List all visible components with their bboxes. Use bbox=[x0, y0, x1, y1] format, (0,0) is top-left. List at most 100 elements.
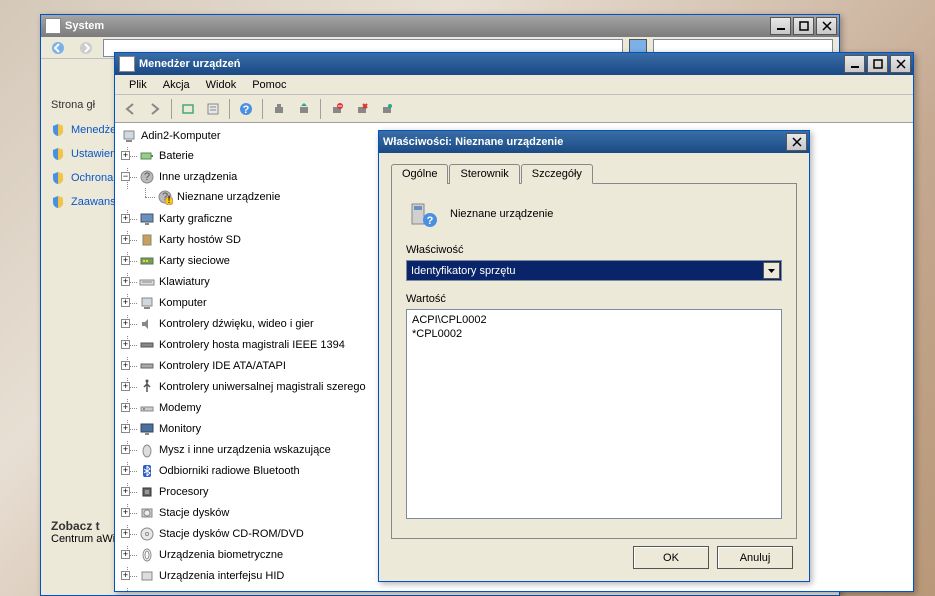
tab-ogólne[interactable]: Ogólne bbox=[391, 164, 448, 184]
kbd-icon bbox=[139, 274, 155, 290]
tree-toggle[interactable]: + bbox=[121, 403, 130, 412]
svg-text:?: ? bbox=[243, 104, 250, 116]
properties-dialog: Właściwości: Nieznane urządzenie OgólneS… bbox=[378, 130, 810, 582]
tree-toggle[interactable]: + bbox=[121, 256, 130, 265]
tree-toggle[interactable]: + bbox=[121, 571, 130, 580]
tree-toggle[interactable]: + bbox=[121, 319, 130, 328]
minimize-button[interactable] bbox=[844, 55, 865, 73]
tree-toggle[interactable]: + bbox=[121, 445, 130, 454]
value-item[interactable]: *CPL0002 bbox=[412, 327, 776, 341]
properties-button[interactable] bbox=[202, 98, 224, 120]
help-button[interactable]: ? bbox=[235, 98, 257, 120]
cpu-icon bbox=[139, 484, 155, 500]
menu-akcja[interactable]: Akcja bbox=[155, 77, 198, 93]
property-dropdown[interactable]: Identyfikatory sprzętu bbox=[406, 260, 782, 281]
tree-node[interactable]: Urządzenia systemowe bbox=[139, 589, 273, 591]
tree-root[interactable]: Adin2-Komputer bbox=[121, 128, 221, 144]
net-icon bbox=[139, 253, 155, 269]
pc-icon bbox=[139, 295, 155, 311]
tree-toggle[interactable]: + bbox=[121, 424, 130, 433]
close-button[interactable] bbox=[786, 133, 807, 151]
tree-node[interactable]: Urządzenia interfejsu HID bbox=[139, 568, 284, 584]
tree-node[interactable]: Mysz i inne urządzenia wskazujące bbox=[139, 442, 331, 458]
tree-node[interactable]: Kontrolery IDE ATA/ATAPI bbox=[139, 358, 286, 374]
uninstall-button[interactable] bbox=[326, 98, 348, 120]
nav-back-button[interactable] bbox=[119, 98, 141, 120]
tree-node[interactable]: Komputer bbox=[139, 295, 207, 311]
tree-node[interactable]: Karty sieciowe bbox=[139, 253, 230, 269]
tree-node[interactable]: Kontrolery hosta magistrali IEEE 1394 bbox=[139, 337, 345, 353]
tree-leaf[interactable]: ?!Nieznane urządzenie bbox=[157, 189, 280, 205]
svg-text:?: ? bbox=[427, 215, 434, 227]
see-also-link[interactable]: Centrum a bbox=[51, 533, 102, 545]
tree-toggle[interactable]: + bbox=[121, 151, 130, 160]
computer-icon bbox=[121, 128, 137, 144]
nav-forward-button[interactable] bbox=[144, 98, 166, 120]
tree-toggle[interactable]: + bbox=[121, 235, 130, 244]
hid-icon bbox=[139, 568, 155, 584]
value-listbox[interactable]: ACPI\CPL0002*CPL0002 bbox=[406, 309, 782, 519]
tree-toggle[interactable]: + bbox=[121, 361, 130, 370]
menu-plik[interactable]: Plik bbox=[121, 77, 155, 93]
disable-button[interactable] bbox=[351, 98, 373, 120]
cd-icon bbox=[139, 526, 155, 542]
tree-toggle[interactable]: + bbox=[121, 277, 130, 286]
enable-button[interactable] bbox=[376, 98, 398, 120]
mouse-icon bbox=[139, 442, 155, 458]
tree-node[interactable]: ?Inne urządzenia bbox=[139, 169, 237, 185]
tree-node[interactable]: Odbiorniki radiowe Bluetooth bbox=[139, 463, 300, 479]
tree-node[interactable]: Modemy bbox=[139, 400, 201, 416]
tree-toggle[interactable]: + bbox=[121, 214, 130, 223]
tree-node[interactable]: Monitory bbox=[139, 421, 201, 437]
battery-icon bbox=[139, 148, 155, 164]
dm-window-buttons bbox=[844, 55, 911, 73]
back-button[interactable] bbox=[47, 37, 69, 59]
tree-node[interactable]: Baterie bbox=[139, 148, 194, 164]
disk-icon bbox=[139, 505, 155, 521]
tree-toggle[interactable]: + bbox=[121, 529, 130, 538]
tree-node[interactable]: Stacje dysków CD-ROM/DVD bbox=[139, 526, 304, 542]
menu-pomoc[interactable]: Pomoc bbox=[244, 77, 294, 93]
close-button[interactable] bbox=[890, 55, 911, 73]
scan-hardware-button[interactable] bbox=[268, 98, 290, 120]
forward-button[interactable] bbox=[75, 37, 97, 59]
tree-toggle[interactable]: + bbox=[121, 508, 130, 517]
cancel-button[interactable]: Anuluj bbox=[717, 546, 793, 569]
tree-toggle[interactable]: − bbox=[121, 172, 130, 181]
tree-node[interactable]: Kontrolery dźwięku, wideo i gier bbox=[139, 316, 314, 332]
props-title: Właściwości: Nieznane urządzenie bbox=[383, 136, 786, 148]
system-titlebar[interactable]: System bbox=[41, 15, 839, 37]
bio-icon bbox=[139, 547, 155, 563]
tree-node[interactable]: Kontrolery uniwersalnej magistrali szere… bbox=[139, 379, 366, 395]
tree-node[interactable]: Klawiatury bbox=[139, 274, 210, 290]
props-titlebar[interactable]: Właściwości: Nieznane urządzenie bbox=[379, 131, 809, 153]
menu-widok[interactable]: Widok bbox=[198, 77, 245, 93]
tree-node[interactable]: Procesory bbox=[139, 484, 209, 500]
tree-toggle[interactable]: + bbox=[121, 340, 130, 349]
maximize-button[interactable] bbox=[793, 17, 814, 35]
ok-button[interactable]: OK bbox=[633, 546, 709, 569]
dm-title: Menedżer urządzeń bbox=[139, 58, 844, 70]
tree-node[interactable]: Stacje dysków bbox=[139, 505, 229, 521]
tree-node[interactable]: Karty graficzne bbox=[139, 211, 232, 227]
maximize-button[interactable] bbox=[867, 55, 888, 73]
warn-icon: ?! bbox=[157, 189, 173, 205]
tree-node[interactable]: Urządzenia biometryczne bbox=[139, 547, 283, 563]
show-hidden-button[interactable] bbox=[177, 98, 199, 120]
update-driver-button[interactable] bbox=[293, 98, 315, 120]
tree-toggle[interactable]: + bbox=[121, 298, 130, 307]
tab-sterownik[interactable]: Sterownik bbox=[449, 164, 519, 184]
dm-titlebar[interactable]: Menedżer urządzeń bbox=[115, 53, 913, 75]
value-item[interactable]: ACPI\CPL0002 bbox=[412, 313, 776, 327]
close-button[interactable] bbox=[816, 17, 837, 35]
minimize-button[interactable] bbox=[770, 17, 791, 35]
sys-icon bbox=[139, 589, 155, 591]
tab-szczegóły[interactable]: Szczegóły bbox=[521, 164, 593, 184]
tab-strip: OgólneSterownikSzczegóły bbox=[391, 163, 797, 183]
tree-toggle[interactable]: + bbox=[121, 550, 130, 559]
tree-toggle[interactable]: + bbox=[121, 466, 130, 475]
dm-toolbar: ? bbox=[115, 95, 913, 123]
tree-toggle[interactable]: + bbox=[121, 487, 130, 496]
tree-toggle[interactable]: + bbox=[121, 382, 130, 391]
tree-node[interactable]: Karty hostów SD bbox=[139, 232, 241, 248]
